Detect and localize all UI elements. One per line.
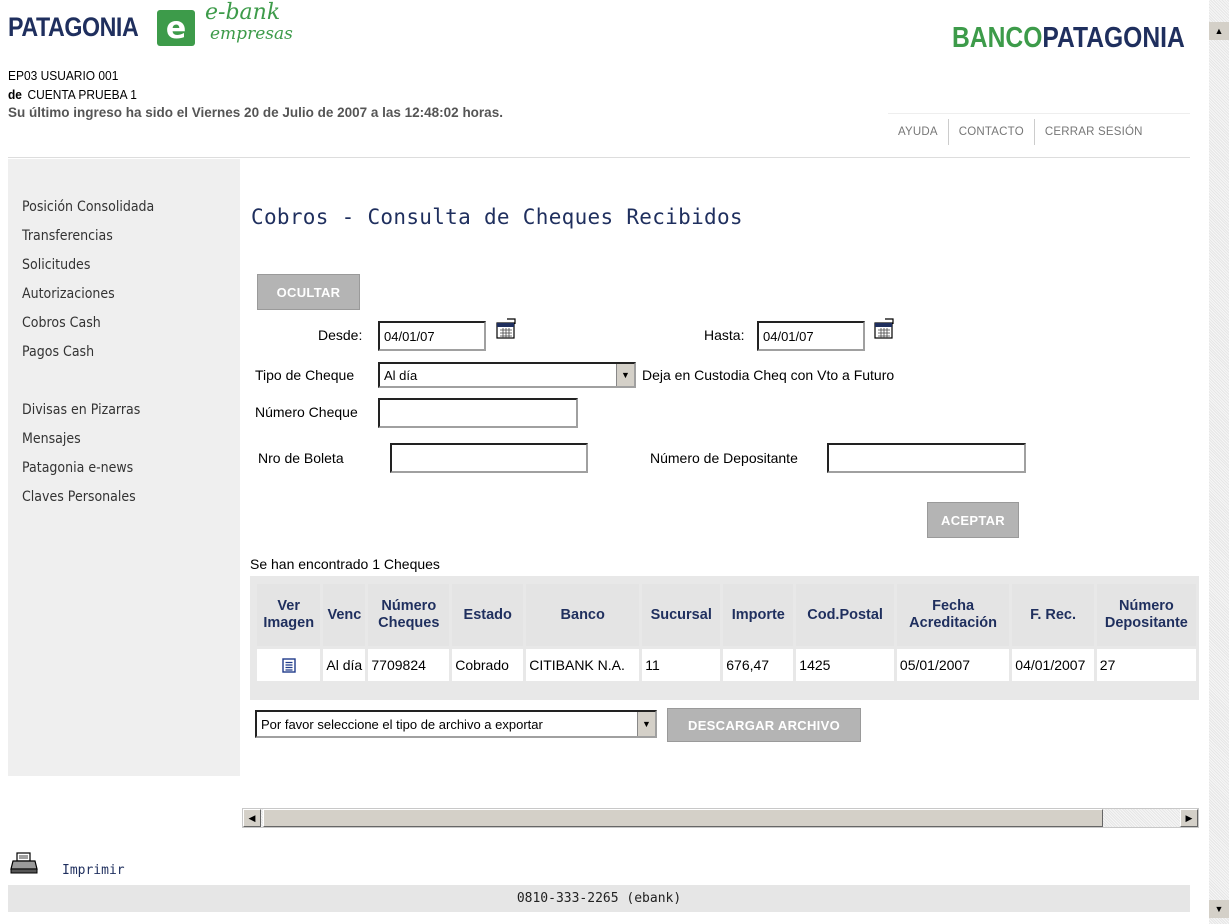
top-navigation: AYUDA CONTACTO CERRAR SESIÓN [888,113,1190,149]
scroll-left-icon[interactable]: ◀ [243,809,261,827]
tipo-cheque-select[interactable]: Al día ▼ [378,362,636,388]
cell-banco: CITIBANK N.A. [526,649,640,681]
chevron-down-icon[interactable]: ▼ [616,364,634,386]
header-text: Cheques [378,615,440,631]
chevron-down-icon[interactable]: ▼ [637,712,655,736]
printer-icon[interactable] [10,852,38,874]
scroll-right-icon[interactable]: ▶ [1180,809,1198,827]
account-line: de CUENTA PRUEBA 1 [8,87,137,102]
hasta-date-input[interactable]: 04/01/07 [757,321,865,351]
empresas-logo-text: empresas [210,24,293,44]
vertical-scrollbar[interactable]: ▲ ▼ [1209,0,1229,924]
cell-importe: 676,47 [723,649,794,681]
sidebar-item-posicion-consolidada[interactable]: Posición Consolidada [22,199,154,215]
sidebar-item-divisas[interactable]: Divisas en Pizarras [22,402,140,418]
tipo-cheque-value: Al día [384,367,418,383]
sidebar-item-pagos-cash[interactable]: Pagos Cash [22,344,94,360]
sidebar-item-autorizaciones[interactable]: Autorizaciones [22,286,115,302]
numero-depositante-input[interactable] [827,443,1026,473]
hasta-label: Hasta: [704,327,745,343]
patagonia-logo-text: PATAGONIA [8,12,139,42]
header-importe: Importe [723,584,794,646]
header-text: Depositante [1104,615,1188,631]
desde-label: Desde: [318,327,363,343]
tipo-cheque-label: Tipo de Cheque [255,367,355,383]
cell-fecha-acreditacion: 05/01/2007 [896,649,1010,681]
footer-bar: 0810-333-2265 (ebank) [8,885,1190,912]
cell-f-rec: 04/01/2007 [1012,649,1094,681]
account-name: CUENTA PRUEBA 1 [27,87,137,102]
numero-cheque-label: Número Cheque [255,404,358,420]
brand-patagonia: PATAGONIA [1042,22,1185,54]
sidebar-item-solicitudes[interactable]: Solicitudes [22,257,90,273]
cell-numero: 7709824 [368,649,450,681]
header-text: Número [381,598,437,614]
header-fecha-acreditacion: Fecha Acreditación [896,584,1010,646]
sidebar-item-transferencias[interactable]: Transferencias [22,228,113,244]
sidebar: Posición Consolidada Transferencias Soli… [8,159,240,776]
header-banco: Banco [526,584,640,646]
brand-banco: BANCO [952,22,1043,54]
header-estado: Estado [452,584,524,646]
header-text: Número [1119,598,1174,614]
logout-link[interactable]: CERRAR SESIÓN [1035,119,1153,145]
nro-boleta-input[interactable] [390,443,588,473]
cell-depositante: 27 [1096,649,1196,681]
calendar-icon[interactable] [495,318,517,340]
cell-cod-postal: 1425 [796,649,894,681]
footer-phone: 0810-333-2265 (ebank) [516,891,682,906]
contact-link[interactable]: CONTACTO [949,118,1035,145]
user-name: EP03 USUARIO 001 [8,68,119,83]
cell-estado: Cobrado [452,649,524,681]
header-sucursal: Sucursal [642,584,721,646]
cell-venc: Al día [323,649,366,681]
header-text: Imagen [263,615,315,631]
header-cod-postal: Cod.Postal [796,584,894,646]
horizontal-scrollbar[interactable]: ◀ ▶ [242,808,1199,828]
download-file-button[interactable]: DESCARGAR ARCHIVO [667,708,861,742]
view-image-cell [257,649,321,681]
header-text: Acreditación [909,615,998,631]
nro-boleta-label: Nro de Boleta [258,450,344,466]
ebank-logo-icon: e [157,10,195,46]
scroll-up-icon[interactable]: ▲ [1209,22,1229,40]
de-label: de [8,87,22,102]
export-type-select[interactable]: Por favor seleccione el tipo de archivo … [255,710,657,738]
calendar-icon[interactable] [873,318,895,340]
sidebar-item-mensajes[interactable]: Mensajes [22,431,81,447]
header-divider [8,157,1190,158]
sidebar-item-claves[interactable]: Claves Personales [22,489,136,505]
desde-date-input[interactable]: 04/01/07 [378,321,486,351]
numero-cheque-input[interactable] [378,398,578,428]
numero-depositante-label: Número de Depositante [650,450,798,466]
results-count: Se han encontrado 1 Cheques [250,556,440,572]
last-login-info: Su último ingreso ha sido el Viernes 20 … [8,105,503,120]
header-ver-imagen: Ver Imagen [257,584,321,646]
custodia-text: Deja en Custodia Cheq con Vto a Futuro [642,367,895,383]
results-table: Ver Imagen Venc Número Cheques Estado Banc… [254,581,1199,684]
sidebar-item-enews[interactable]: Patagonia e-news [22,460,133,476]
ebank-logo-text: e-bank [205,0,281,25]
header-text: Ver [277,598,300,614]
cell-sucursal: 11 [642,649,721,681]
header-f-rec: F. Rec. [1012,584,1094,646]
header-venc: Venc [323,584,366,646]
scrollbar-thumb[interactable] [263,809,1103,827]
table-row: Al día 7709824 Cobrado CITIBANK N.A. 11 … [257,649,1196,681]
accept-button[interactable]: ACEPTAR [927,502,1019,538]
print-link[interactable]: Imprimir [62,863,125,878]
header-numero-depositante: Número Depositante [1096,584,1196,646]
help-link[interactable]: AYUDA [888,118,949,145]
sidebar-item-cobros-cash[interactable]: Cobros Cash [22,315,101,331]
hide-filters-button[interactable]: OCULTAR [257,274,360,310]
page-title: Cobros - Consulta de Cheques Recibidos [251,205,743,229]
results-table-container: Ver Imagen Venc Número Cheques Estado Banc… [250,576,1199,700]
table-header-row: Ver Imagen Venc Número Cheques Estado Banc… [257,584,1196,646]
banco-patagonia-logo: BANCOPATAGONIA [952,22,1185,55]
export-type-value: Por favor seleccione el tipo de archivo … [261,716,543,732]
header-text: Fecha [932,598,975,614]
scroll-down-icon[interactable]: ▼ [1209,900,1229,918]
header-numero-cheques: Número Cheques [368,584,450,646]
document-icon[interactable] [282,658,296,674]
